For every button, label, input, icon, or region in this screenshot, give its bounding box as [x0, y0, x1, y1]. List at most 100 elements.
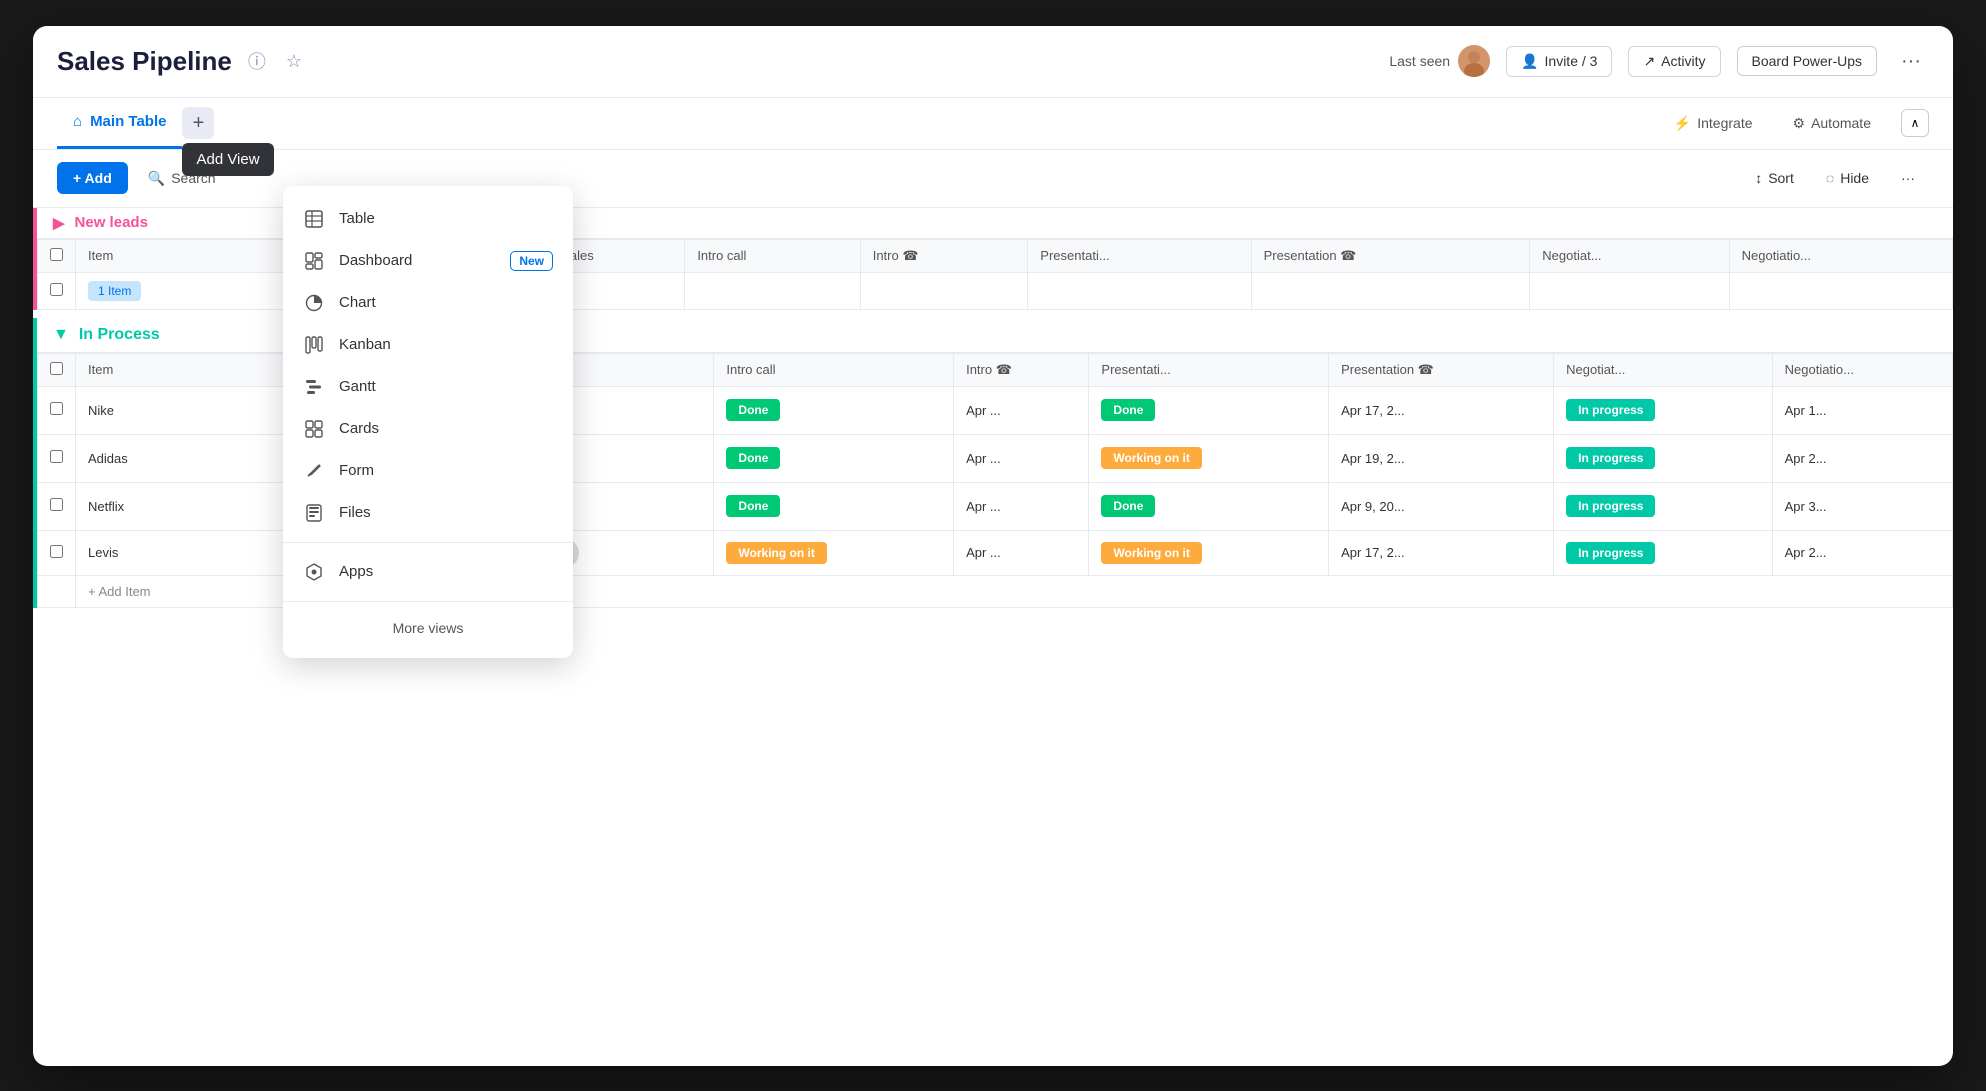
menu-item-dashboard[interactable]: Dashboard New: [283, 240, 573, 282]
menu-item-apps[interactable]: Apps: [283, 551, 573, 593]
activity-icon: ↗: [1643, 53, 1655, 70]
collapse-button[interactable]: ∧: [1901, 109, 1929, 137]
td-checkbox-netflix: [38, 482, 76, 530]
status-badge-levis-2: Working on it: [1101, 542, 1201, 564]
menu-item-form[interactable]: Form: [283, 450, 573, 492]
invite-button[interactable]: 👤 Invite / 3: [1506, 46, 1612, 77]
table-icon: [303, 208, 325, 230]
td-checkbox-nike: [38, 386, 76, 434]
star-icon[interactable]: ☆: [282, 47, 306, 76]
hide-button[interactable]: ◌ Hide: [1812, 162, 1883, 194]
tabs-row: ⌂ Main Table + Add View ⚡ Integrate ⚙ Au…: [33, 98, 1953, 150]
files-label: Files: [339, 504, 371, 521]
menu-item-table[interactable]: Table: [283, 198, 573, 240]
gantt-label: Gantt: [339, 378, 376, 395]
status-badge: Done: [726, 399, 780, 421]
td-negotiatio-adidas: Apr 2...: [1772, 434, 1952, 482]
td-negotiat: [1530, 272, 1729, 309]
select-all-checkbox[interactable]: [50, 248, 63, 261]
menu-item-gantt[interactable]: Gantt: [283, 366, 573, 408]
last-seen: Last seen: [1389, 45, 1490, 77]
integrate-button[interactable]: ⚡ Integrate: [1664, 109, 1763, 138]
th-intro-call: Intro call: [685, 239, 860, 272]
menu-divider: [283, 542, 573, 543]
hide-icon: ◌: [1826, 170, 1834, 186]
td-intro-phone-netflix: Apr ...: [954, 482, 1089, 530]
th-checkbox: [38, 239, 76, 272]
adidas-checkbox[interactable]: [50, 450, 63, 463]
apps-icon: [303, 561, 325, 583]
toolbar-right: ↕ Sort ◌ Hide ···: [1741, 162, 1929, 194]
select-all-2[interactable]: [50, 362, 63, 375]
td-intro-call-nike: Done: [714, 386, 954, 434]
avatar: [1458, 45, 1490, 77]
th-intro-phone-2: Intro ☎: [954, 353, 1089, 386]
sort-icon: ↕: [1755, 170, 1762, 186]
chevron-down-icon: ▼: [53, 326, 69, 344]
th-presentation: Presentati...: [1028, 239, 1251, 272]
more-options-button[interactable]: ···: [1893, 46, 1929, 77]
td-negotiat-levis: In progress: [1554, 530, 1773, 575]
th-checkbox-2: [38, 353, 76, 386]
td-intro-call-adidas: Done: [714, 434, 954, 482]
table-label: Table: [339, 210, 375, 227]
levis-checkbox[interactable]: [50, 545, 63, 558]
menu-item-files[interactable]: Files: [283, 492, 573, 534]
th-negotiatio-2: Negotiatio...: [1772, 353, 1952, 386]
negotiat-badge-netflix: In progress: [1566, 495, 1655, 517]
status-badge-adidas-2: Working on it: [1101, 447, 1201, 469]
menu-item-cards[interactable]: Cards: [283, 408, 573, 450]
negotiat-badge-adidas: In progress: [1566, 447, 1655, 469]
info-icon[interactable]: ⓘ: [244, 44, 270, 78]
status-badge-netflix-2: Done: [1101, 495, 1155, 517]
board-power-ups-button[interactable]: Board Power-Ups: [1737, 46, 1878, 76]
status-badge-2: Done: [1101, 399, 1155, 421]
status-badge-levis: Working on it: [726, 542, 826, 564]
td-negotiatio-levis: Apr 2...: [1772, 530, 1952, 575]
nike-checkbox[interactable]: [50, 402, 63, 415]
netflix-checkbox[interactable]: [50, 498, 63, 511]
status-badge-netflix: Done: [726, 495, 780, 517]
negotiat-badge: In progress: [1566, 399, 1655, 421]
td-negotiatio: [1729, 272, 1952, 309]
automate-button[interactable]: ⚙ Automate: [1783, 109, 1882, 138]
td-negotiat-adidas: In progress: [1554, 434, 1773, 482]
header-right: Last seen 👤 Invite / 3 ↗ Activity Board …: [1389, 45, 1929, 77]
more-views-button[interactable]: More views: [283, 610, 573, 646]
files-icon: [303, 502, 325, 524]
td-presentati-levis: Working on it: [1089, 530, 1329, 575]
cards-icon: [303, 418, 325, 440]
td-negotiatio-netflix: Apr 3...: [1772, 482, 1952, 530]
th-intro-phone: Intro ☎: [860, 239, 1028, 272]
add-button[interactable]: + Add: [57, 162, 128, 194]
td-checkbox-levis: [38, 530, 76, 575]
add-view-tooltip: Add View: [182, 143, 273, 176]
kanban-icon: [303, 334, 325, 356]
menu-divider-2: [283, 601, 573, 602]
menu-item-chart[interactable]: Chart: [283, 282, 573, 324]
sort-button[interactable]: ↕ Sort: [1741, 162, 1808, 194]
activity-button[interactable]: ↗ Activity: [1628, 46, 1720, 77]
new-badge: New: [510, 251, 553, 271]
add-view-button[interactable]: +: [182, 107, 214, 139]
search-icon: 🔍: [148, 170, 165, 187]
row-checkbox[interactable]: [50, 283, 63, 296]
td-presentation-phone-netflix: Apr 9, 20...: [1329, 482, 1554, 530]
td-presentation: [1028, 272, 1251, 309]
tab-main-table[interactable]: ⌂ Main Table: [57, 97, 182, 149]
dashboard-icon: [303, 250, 325, 272]
td-presentati-nike: Done: [1089, 386, 1329, 434]
th-negotiat-2: Negotiat...: [1554, 353, 1773, 386]
th-negotiat: Negotiat...: [1530, 239, 1729, 272]
add-tab-container: + Add View: [182, 107, 214, 139]
td-presentation-phone-adidas: Apr 19, 2...: [1329, 434, 1554, 482]
th-intro-call-2: Intro call: [714, 353, 954, 386]
td-presentation-phone-levis: Apr 17, 2...: [1329, 530, 1554, 575]
td-intro-call: [685, 272, 860, 309]
td-intro-call-levis: Working on it: [714, 530, 954, 575]
more-toolbar-button[interactable]: ···: [1887, 162, 1929, 194]
home-icon: ⌂: [73, 113, 82, 130]
menu-item-kanban[interactable]: Kanban: [283, 324, 573, 366]
header-left: Sales Pipeline ⓘ ☆: [57, 44, 306, 78]
th-negotiatio: Negotiatio...: [1729, 239, 1952, 272]
